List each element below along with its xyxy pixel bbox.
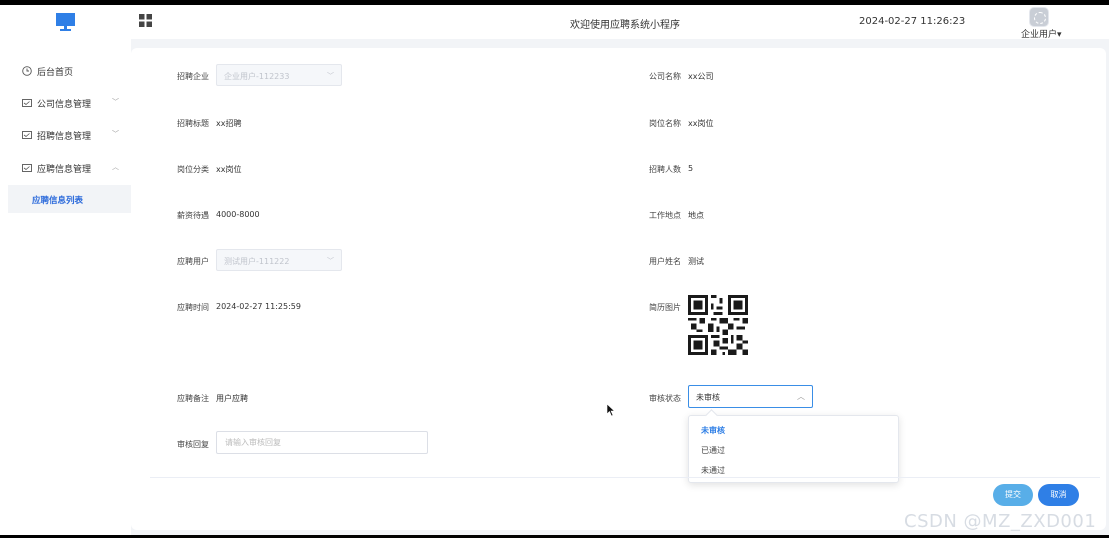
sidebar-item-dashboard[interactable]: 后台首页 xyxy=(0,57,131,85)
location-value: 地点 xyxy=(688,211,704,220)
sidebar-item-label: 招聘信息管理 xyxy=(37,132,92,142)
status-dropdown: 未审核 已通过 未通过 xyxy=(688,415,899,483)
app-window: 欢迎使用应聘系统小程序 2024-02-27 11:26:23 企业用户▾ 后台… xyxy=(0,5,1109,535)
status-option-approved[interactable]: 已通过 xyxy=(701,445,725,456)
remark-label: 应聘备注 xyxy=(177,394,209,403)
form-divider xyxy=(150,477,1100,478)
card-icon xyxy=(22,131,32,139)
chevron-down-icon: ﹀ xyxy=(327,72,334,80)
status-option-pending[interactable]: 未审核 xyxy=(701,425,725,436)
category-value: xx岗位 xyxy=(216,165,242,174)
user-menu[interactable]: 企业用户▾ xyxy=(1021,27,1062,40)
category-label: 岗位分类 xyxy=(177,165,209,174)
resume-label: 简历图片 xyxy=(649,303,681,312)
clock-icon xyxy=(22,66,32,76)
sidebar-item-label: 公司信息管理 xyxy=(37,100,92,110)
reply-label: 审核回复 xyxy=(177,440,209,449)
watermark: CSDN @MZ_ZXD001 xyxy=(904,511,1097,532)
sidebar-item-label: 后台首页 xyxy=(37,68,74,78)
header-datetime: 2024-02-27 11:26:23 xyxy=(859,16,966,27)
reply-field[interactable] xyxy=(216,431,428,454)
status-select-value: 未审核 xyxy=(696,393,720,402)
chevron-down-icon: ﹀ xyxy=(112,130,119,138)
sidebar-subitem-application-list[interactable]: 应聘信息列表 xyxy=(8,185,131,213)
username-label: 用户姓名 xyxy=(649,257,681,266)
sidebar-item-label: 应聘信息管理 xyxy=(37,165,92,175)
card-icon xyxy=(22,164,32,172)
remark-value: 用户应聘 xyxy=(216,394,248,403)
mouse-cursor-icon xyxy=(606,403,616,417)
headcount-value: 5 xyxy=(688,164,694,173)
chevron-up-icon: ︿ xyxy=(797,392,805,401)
company-name-value: xx公司 xyxy=(688,72,714,81)
title-label: 招聘标题 xyxy=(177,119,209,128)
applicant-select: 测试用户-111222 ﹀ xyxy=(216,249,342,271)
top-header: 欢迎使用应聘系统小程序 2024-02-27 11:26:23 企业用户▾ xyxy=(0,5,1109,40)
detail-card xyxy=(131,48,1106,530)
sidebar-subitem-label: 应聘信息列表 xyxy=(32,196,84,206)
applicant-label: 应聘用户 xyxy=(177,257,209,266)
company-label: 招聘企业 xyxy=(177,72,209,81)
reply-input[interactable] xyxy=(217,432,427,453)
company-select-value: 企业用户-112233 xyxy=(224,72,290,81)
salary-label: 薪资待遇 xyxy=(177,211,209,220)
headcount-label: 招聘人数 xyxy=(649,165,681,174)
company-name-label: 公司名称 xyxy=(649,72,681,81)
sidebar-item-company[interactable]: 公司信息管理 ﹀ xyxy=(0,89,131,117)
applicant-select-value: 测试用户-111222 xyxy=(224,257,290,266)
title-value: xx招聘 xyxy=(216,119,242,128)
chevron-down-icon: ▾ xyxy=(1057,30,1062,40)
avatar[interactable] xyxy=(1029,7,1049,27)
salary-value: 4000-8000 xyxy=(216,210,260,219)
card-icon xyxy=(22,99,32,107)
time-label: 应聘时间 xyxy=(177,303,209,312)
time-value: 2024-02-27 11:25:59 xyxy=(216,302,301,311)
chevron-down-icon: ﹀ xyxy=(327,257,334,265)
chevron-down-icon: ﹀ xyxy=(112,98,119,106)
status-label: 审核状态 xyxy=(649,394,681,403)
company-select: 企业用户-112233 ﹀ xyxy=(216,64,342,86)
sidebar-item-recruit[interactable]: 招聘信息管理 ﹀ xyxy=(0,121,131,149)
sidebar: 后台首页 公司信息管理 ﹀ 招聘信息管理 ﹀ 应聘信息管理 ︿ 应聘信息列表 xyxy=(0,39,131,535)
submit-button[interactable]: 提交 xyxy=(993,484,1033,506)
user-label: 企业用户 xyxy=(1021,30,1058,40)
resume-qr-image[interactable] xyxy=(688,295,748,355)
cancel-button[interactable]: 取消 xyxy=(1038,484,1079,506)
position-value: xx岗位 xyxy=(688,119,714,128)
location-label: 工作地点 xyxy=(649,211,681,220)
status-option-rejected[interactable]: 未通过 xyxy=(701,465,725,476)
chevron-up-icon: ︿ xyxy=(112,163,119,171)
status-select[interactable]: 未审核 ︿ xyxy=(688,385,813,408)
position-label: 岗位名称 xyxy=(649,119,681,128)
username-value: 测试 xyxy=(688,257,704,266)
sidebar-item-application[interactable]: 应聘信息管理 ︿ xyxy=(0,154,131,182)
